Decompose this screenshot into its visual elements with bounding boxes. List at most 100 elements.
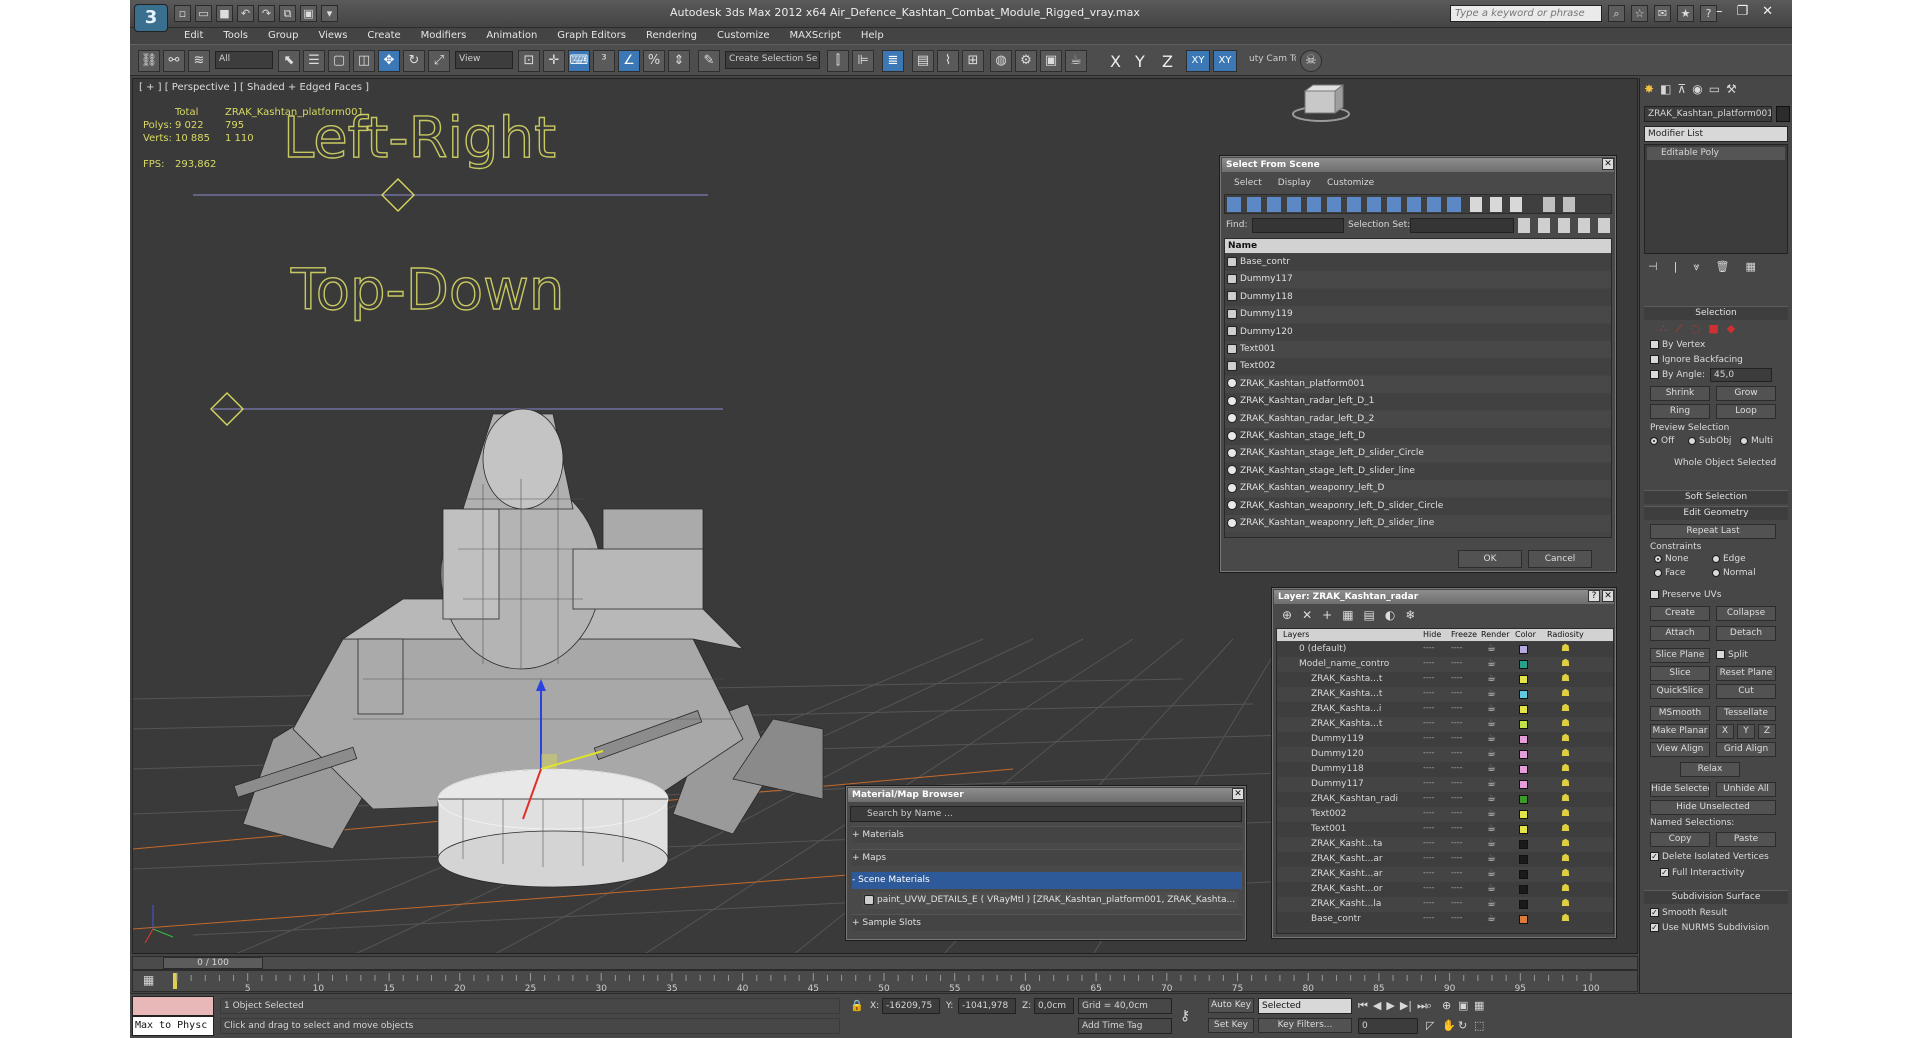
layer-col-render[interactable]: Render [1481, 629, 1509, 641]
select-object-icon[interactable]: ⬉ [278, 50, 300, 72]
freeze-all-icon[interactable]: ❄ [1405, 608, 1415, 622]
layer-row[interactable]: ZRAK_Kasht...ta ---- ---- ☕ ☗ [1277, 837, 1613, 852]
radiosity-icon[interactable]: ☗ [1561, 673, 1570, 684]
graphite-tools-icon[interactable]: ▤ [912, 50, 934, 72]
layer-color-swatch[interactable] [1519, 795, 1528, 804]
zoom-icon[interactable]: ⌕ [1426, 999, 1442, 1013]
materials-section[interactable]: + Materials [852, 826, 1242, 843]
constraint-normal-radio[interactable]: Normal [1712, 568, 1756, 578]
help-icon[interactable]: ? [1588, 590, 1600, 602]
select-in-layer-icon[interactable]: ▦ [1342, 608, 1353, 622]
radiosity-icon[interactable]: ☗ [1561, 643, 1570, 654]
link-icon[interactable]: ⛓ [138, 50, 160, 72]
soft-selection-rollout[interactable]: Soft Selection [1644, 490, 1788, 504]
constraint-none-radio[interactable]: None [1654, 554, 1688, 564]
object-row[interactable]: ZRAK_Kashtan_stage_left_D [1225, 428, 1611, 445]
layer-color-swatch[interactable] [1519, 825, 1528, 834]
keyboard-shortcut-icon[interactable]: ⌨ [568, 50, 590, 72]
play-icon[interactable]: ▶ [1386, 999, 1394, 1013]
select-scale-icon[interactable]: ⤢ [428, 50, 450, 72]
hide-toggle[interactable]: ---- [1423, 733, 1435, 742]
new-layer-icon[interactable]: ⊕ [1282, 608, 1292, 622]
copy-button[interactable]: Copy [1650, 832, 1710, 847]
snap-toggle-icon[interactable]: ³ [593, 50, 615, 72]
select-manipulate-icon[interactable]: ✛ [543, 50, 565, 72]
pin-stack-icon[interactable]: ⊣ [1648, 260, 1658, 274]
hide-toggle[interactable]: ---- [1423, 898, 1435, 907]
align-icon[interactable]: ⊫ [852, 50, 874, 72]
render-teapot-icon[interactable]: ☕ [1487, 658, 1496, 669]
radiosity-icon[interactable]: ☗ [1561, 658, 1570, 669]
subscription-icon[interactable]: ☆ [1631, 5, 1648, 22]
grow-button[interactable]: Grow [1716, 386, 1776, 401]
dialog-title[interactable]: Select From Scene [1222, 158, 1614, 172]
layer-color-swatch[interactable] [1519, 810, 1528, 819]
modify-tab-icon[interactable]: ◧ [1660, 82, 1671, 96]
hide-selected-button[interactable]: Hide Selected [1650, 782, 1710, 797]
dialog-title[interactable]: Material/Map Browser [848, 788, 1244, 802]
layer-color-swatch[interactable] [1519, 840, 1528, 849]
zoom-extents-all-icon[interactable]: ▦ [1474, 999, 1490, 1013]
cut-button[interactable]: Cut [1716, 684, 1776, 699]
key-mode-dropdown[interactable]: Selected [1258, 998, 1352, 1014]
angle-snap-icon[interactable]: ∠ [618, 50, 640, 72]
layer-color-swatch[interactable] [1519, 870, 1528, 879]
render-teapot-icon[interactable]: ☕ [1487, 853, 1496, 864]
key-icon[interactable]: ⚷ [1180, 1008, 1190, 1024]
object-row[interactable]: ZRAK_Kashtan_stage_left_D_slider_line [1225, 462, 1611, 480]
unhide-all-button[interactable]: Unhide All [1716, 782, 1776, 797]
layer-row[interactable]: Text002 ---- ---- ☕ ☗ [1277, 807, 1613, 822]
close-icon[interactable]: ✕ [1602, 158, 1614, 170]
fetch-icon[interactable]: ▣ [300, 5, 317, 22]
layer-row[interactable]: Dummy120 ---- ---- ☕ ☗ [1277, 747, 1613, 762]
select-by-name-icon[interactable]: ☰ [303, 50, 325, 72]
relax-button[interactable]: Relax [1680, 762, 1740, 777]
radiosity-icon[interactable]: ☗ [1561, 748, 1570, 759]
skull-icon[interactable]: ☠ [1300, 50, 1322, 72]
radiosity-icon[interactable]: ☗ [1561, 853, 1570, 864]
layer-col-layers[interactable]: Layers [1283, 629, 1309, 641]
unlink-icon[interactable]: ⚯ [163, 50, 185, 72]
edit-geometry-rollout[interactable]: Edit Geometry [1644, 506, 1788, 520]
object-list[interactable]: Name Base_contr Dummy117 Dummy118 Dummy119 D… [1224, 238, 1612, 538]
freeze-toggle[interactable]: ---- [1451, 898, 1463, 907]
object-row[interactable]: ZRAK_Kashtan_weaponry_left_D_slider_Circ… [1225, 497, 1611, 515]
render-teapot-icon[interactable]: ☕ [1487, 703, 1496, 714]
layer-row[interactable]: ZRAK_Kashtan_radi ---- ---- ☕ ☗ [1277, 792, 1613, 807]
layer-col-freeze[interactable]: Freeze [1451, 629, 1477, 641]
element-icon[interactable]: ◆ [1727, 322, 1735, 336]
hide-toggle[interactable]: ---- [1423, 778, 1435, 787]
object-row[interactable]: ZRAK_Kashtan_weaponry_left_D_slider_line [1225, 515, 1611, 532]
hide-toggle[interactable]: ---- [1423, 868, 1435, 877]
render-teapot-icon[interactable]: ☕ [1487, 778, 1496, 789]
rendered-frame-icon[interactable]: ▣ [1040, 50, 1062, 72]
constraint-face-radio[interactable]: Face [1654, 568, 1685, 578]
planar-x-button[interactable]: X [1716, 724, 1734, 739]
object-color-swatch[interactable] [1776, 106, 1790, 122]
hide-all-icon[interactable]: ◐ [1385, 608, 1395, 622]
create-tab-icon[interactable]: ✸ [1644, 82, 1654, 96]
ok-button[interactable]: OK [1458, 550, 1522, 568]
layer-color-swatch[interactable] [1519, 900, 1528, 909]
schematic-view-icon[interactable]: ⊞ [962, 50, 984, 72]
axis-xy-button[interactable]: XY [1186, 50, 1210, 72]
tessellate-button[interactable]: Tessellate [1716, 706, 1776, 721]
prev-frame-icon[interactable]: ◀ [1373, 999, 1381, 1013]
selection-rollout[interactable]: Selection [1644, 306, 1788, 320]
preview-multi-radio[interactable]: Multi [1740, 436, 1773, 446]
layer-row[interactable]: Dummy118 ---- ---- ☕ ☗ [1277, 762, 1613, 777]
grid-align-button[interactable]: Grid Align [1716, 742, 1776, 757]
time-slider-thumb[interactable]: 0 / 100 [163, 957, 263, 969]
app-logo[interactable]: 3 [134, 4, 168, 32]
maximize-viewport-icon[interactable]: ⬚ [1474, 1019, 1490, 1032]
layer-color-swatch[interactable] [1519, 735, 1528, 744]
make-unique-icon[interactable]: ⩔ [1693, 260, 1699, 274]
utilities-tab-icon[interactable]: ⚒ [1726, 82, 1737, 96]
by-vertex-option[interactable]: By Vertex [1650, 340, 1705, 350]
y-coordinate[interactable]: -1041,978 [958, 998, 1016, 1014]
smooth-result-option[interactable]: ✓ Smooth Result [1650, 908, 1727, 918]
radiosity-icon[interactable]: ☗ [1561, 793, 1570, 804]
redo-icon[interactable]: ↷ [258, 5, 275, 22]
maps-section[interactable]: + Maps [852, 849, 1242, 866]
binoculars-icon[interactable]: ⌕ [1608, 5, 1625, 22]
